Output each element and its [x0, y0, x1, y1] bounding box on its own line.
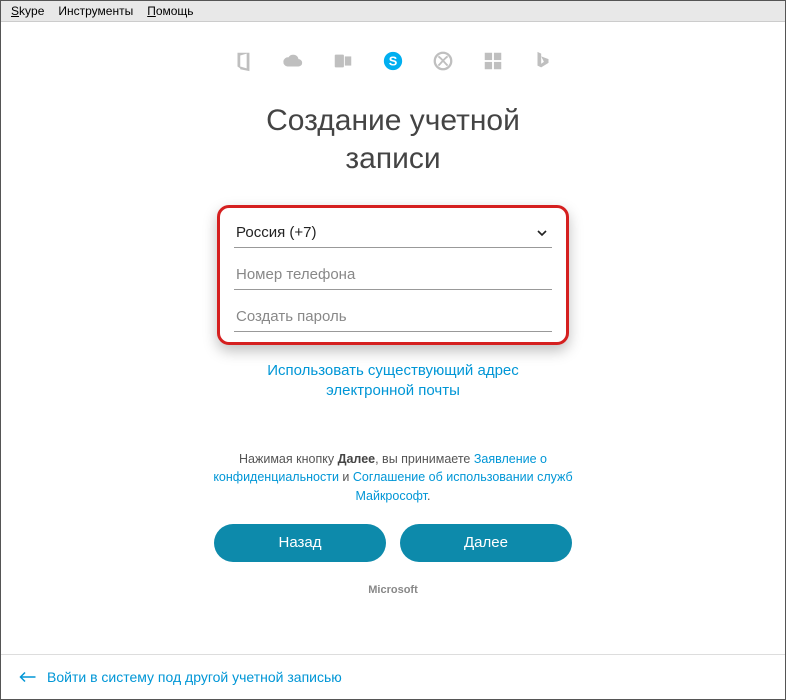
- email-link-text1: Использовать существующий адрес: [267, 362, 519, 379]
- switch-account-link[interactable]: Войти в систему под другой учетной запис…: [47, 669, 342, 685]
- menubar: Skype Инструменты Помощь: [1, 1, 785, 22]
- menu-help[interactable]: Помощь: [141, 3, 199, 19]
- svg-text:S: S: [389, 54, 398, 69]
- xbox-icon: [432, 50, 454, 72]
- menu-tools[interactable]: Инструменты: [52, 3, 139, 19]
- use-email-link[interactable]: Использовать существующий адрес электрон…: [233, 361, 553, 402]
- back-button[interactable]: Назад: [214, 524, 386, 562]
- skype-icon: S: [382, 50, 404, 72]
- microsoft-brand: Microsoft: [368, 584, 418, 596]
- page-title: Создание учетной записи: [266, 102, 520, 177]
- country-code-value: Россия (+7): [236, 224, 316, 241]
- terms-text: Нажимая кнопку Далее, вы принимаете Заяв…: [213, 450, 573, 506]
- windows-icon: [482, 50, 504, 72]
- menu-skype[interactable]: Skype: [5, 3, 50, 19]
- title-line1: Создание учетной: [266, 104, 520, 137]
- office-icon: [232, 50, 254, 72]
- skype-window: Skype Инструменты Помощь S: [0, 0, 786, 700]
- bing-icon: [532, 50, 554, 72]
- onedrive-icon: [282, 50, 304, 72]
- phone-field-row: [234, 260, 552, 290]
- button-row: Назад Далее: [214, 524, 572, 562]
- bottom-bar: Войти в систему под другой учетной запис…: [1, 654, 785, 699]
- password-field-row: [234, 302, 552, 332]
- password-input[interactable]: [236, 308, 550, 325]
- phone-input[interactable]: [236, 266, 550, 283]
- email-link-text2: электронной почты: [326, 382, 460, 399]
- signup-form: Россия (+7): [217, 205, 569, 345]
- title-line2: записи: [345, 142, 440, 175]
- chevron-down-icon: [534, 225, 550, 241]
- arrow-left-icon: [19, 670, 37, 684]
- outlook-icon: [332, 50, 354, 72]
- service-icon-row: S: [232, 50, 554, 72]
- agreement-link[interactable]: Соглашение об использовании служб Майкро…: [353, 470, 573, 503]
- next-button[interactable]: Далее: [400, 524, 572, 562]
- content-area: S Создание учетной записи Россия (+7): [1, 22, 785, 654]
- country-code-select[interactable]: Россия (+7): [234, 218, 552, 248]
